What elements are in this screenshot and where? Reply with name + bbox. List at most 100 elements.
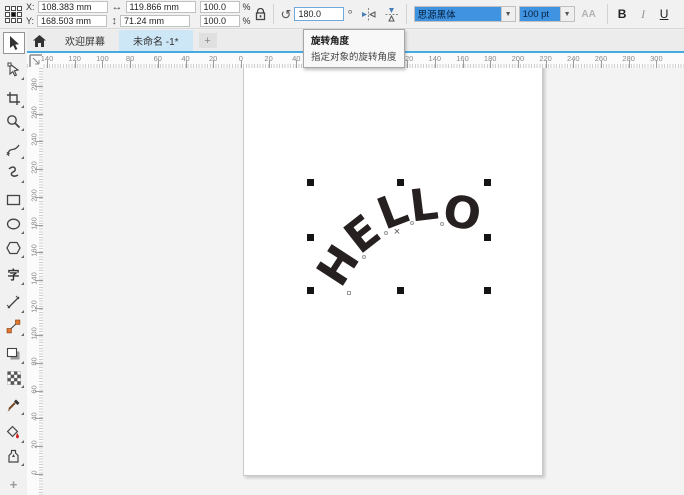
connector-tool-icon <box>6 319 21 334</box>
selection-handle[interactable] <box>307 287 314 294</box>
text-tool-icon: 字 <box>7 269 19 281</box>
zoom-tool-icon <box>6 114 21 129</box>
new-tab-button[interactable]: + <box>199 33 217 48</box>
x-position-input[interactable] <box>38 1 108 13</box>
curved-text-letter[interactable]: L <box>407 182 440 229</box>
crop-tool[interactable] <box>3 87 25 109</box>
v-ruler-label: 80 <box>30 351 39 373</box>
zoom-tool[interactable] <box>3 111 25 133</box>
v-ruler-label: 0 <box>30 461 39 483</box>
connector-tool[interactable] <box>3 316 25 338</box>
tab-document-label: 未命名 -1* <box>133 33 179 48</box>
font-size-value: 100 pt <box>520 7 560 21</box>
font-size-combo[interactable]: 100 pt ▼ <box>519 6 575 22</box>
mirror-horizontal-button[interactable] <box>361 8 376 21</box>
mirror-vertical-button[interactable] <box>384 8 399 21</box>
y-label: Y: <box>26 16 34 26</box>
v-ruler-label: 40 <box>30 406 39 428</box>
object-height-icon: ↕ <box>112 16 118 27</box>
ellipse-tool-icon <box>6 217 21 231</box>
smart-fill-tool[interactable] <box>3 446 25 468</box>
selection-handle[interactable] <box>397 179 404 186</box>
tooltip: 旋转角度 指定对象的旋转角度 <box>303 29 405 68</box>
pick-tool-icon <box>6 35 22 51</box>
font-family-value: 思源黑体 <box>415 7 501 21</box>
v-ruler-label: 280 <box>30 74 39 96</box>
scale-y-input[interactable] <box>200 15 240 27</box>
x-label: X: <box>26 2 35 12</box>
tooltip-description: 指定对象的旋转角度 <box>311 49 397 63</box>
selection-handle[interactable] <box>307 179 314 186</box>
interactive-fill-tool[interactable] <box>3 422 25 444</box>
curved-text-letter[interactable]: O <box>440 189 484 238</box>
v-ruler-label: 20 <box>30 434 39 456</box>
tab-welcome-label: 欢迎屏幕 <box>65 33 105 48</box>
y-position-input[interactable] <box>37 15 107 27</box>
edit-text-button[interactable]: AA <box>578 9 600 20</box>
underline-button[interactable]: U <box>657 7 672 21</box>
freehand-tool-icon <box>6 142 22 157</box>
color-eyedropper-tool-icon <box>6 398 21 413</box>
chevron-down-icon[interactable]: ▼ <box>501 7 515 21</box>
separator <box>273 4 274 24</box>
canvas <box>43 68 684 495</box>
bold-button[interactable]: B <box>615 7 630 21</box>
shape-tool[interactable] <box>3 60 25 82</box>
selection-handle[interactable] <box>484 287 491 294</box>
rotation-icon: ↺ <box>281 8 292 21</box>
crop-tool-icon <box>6 91 21 106</box>
v-ruler-label: 120 <box>30 295 39 317</box>
transparency-tool-icon <box>7 371 21 385</box>
vertical-ruler: 280260240220200180160140120100806040200 <box>27 68 44 495</box>
drop-shadow-tool[interactable] <box>3 343 25 365</box>
page <box>243 68 543 476</box>
selection-handle[interactable] <box>484 234 491 241</box>
v-ruler-label: 140 <box>30 267 39 289</box>
separator <box>406 4 407 24</box>
object-width-input[interactable] <box>126 1 196 13</box>
v-ruler-label: 200 <box>30 184 39 206</box>
separator <box>607 4 608 24</box>
color-eyedropper-tool[interactable] <box>3 395 25 417</box>
polygon-tool[interactable] <box>3 237 25 259</box>
object-height-input[interactable] <box>120 15 190 27</box>
property-bar: X: Y: ↔ ↕ % <box>0 0 684 29</box>
interactive-fill-tool-icon <box>6 425 21 440</box>
v-ruler-label: 260 <box>30 101 39 123</box>
scale-x-unit: % <box>243 2 251 12</box>
drop-shadow-tool-icon <box>6 347 21 361</box>
italic-button[interactable]: I <box>636 7 651 22</box>
v-ruler-label: 100 <box>30 323 39 345</box>
scale-y-unit: % <box>243 16 251 26</box>
polygon-tool-icon <box>6 241 21 255</box>
object-width-icon: ↔ <box>112 2 123 13</box>
transparency-tool[interactable] <box>3 367 25 389</box>
tab-welcome[interactable]: 欢迎屏幕 <box>51 30 119 51</box>
scale-lock-icon[interactable] <box>255 8 266 21</box>
add-tools-button[interactable]: + <box>3 473 25 495</box>
parallel-dimension-tool-icon <box>6 295 21 310</box>
rectangle-tool[interactable] <box>3 190 25 212</box>
parallel-dimension-tool[interactable] <box>3 292 25 314</box>
v-ruler-label: 240 <box>30 129 39 151</box>
rotation-angle-input[interactable] <box>294 7 344 21</box>
selection-handle[interactable] <box>307 234 314 241</box>
pick-tool[interactable] <box>3 32 25 54</box>
font-family-combo[interactable]: 思源黑体 ▼ <box>414 6 516 22</box>
tab-document[interactable]: 未命名 -1* <box>119 30 193 51</box>
artistic-media-tool-icon <box>6 165 21 180</box>
scale-x-input[interactable] <box>200 1 240 13</box>
chevron-down-icon[interactable]: ▼ <box>560 7 574 21</box>
text-tool[interactable]: 字 <box>3 265 25 287</box>
object-origin-selector[interactable] <box>5 6 22 23</box>
artistic-media-tool[interactable] <box>3 162 25 184</box>
rectangle-tool-icon <box>6 193 21 207</box>
home-button[interactable] <box>27 30 51 51</box>
degree-symbol: ° <box>347 7 352 22</box>
selection-handle[interactable] <box>397 287 404 294</box>
selection-handle[interactable] <box>484 179 491 186</box>
freehand-tool[interactable] <box>3 138 25 160</box>
add-tools-button-icon: + <box>10 477 18 492</box>
ellipse-tool[interactable] <box>3 213 25 235</box>
v-ruler-label: 160 <box>30 240 39 262</box>
